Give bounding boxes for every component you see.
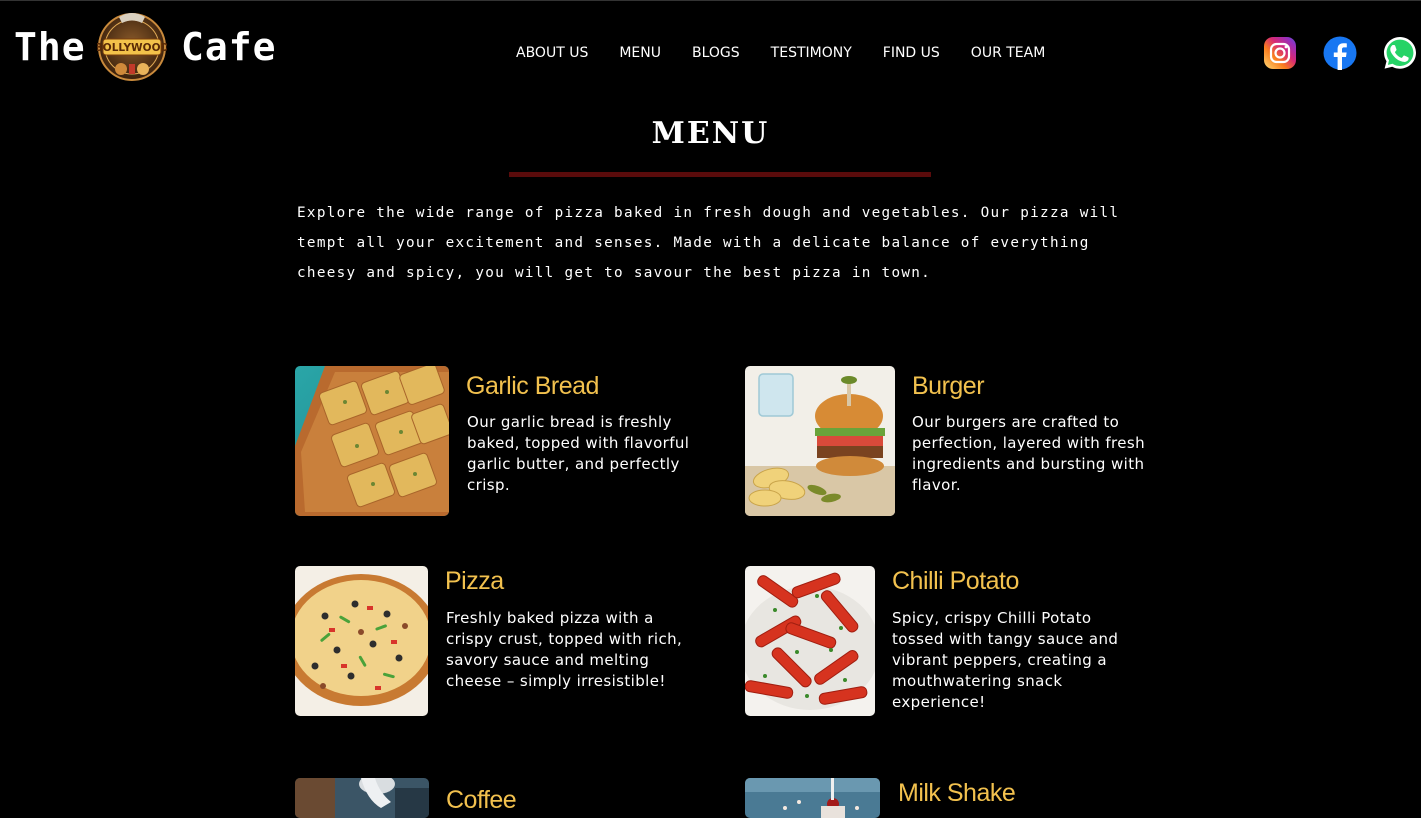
coffee-image xyxy=(295,778,429,818)
item-description: Freshly baked pizza with a crispy crust,… xyxy=(446,609,683,690)
item-description: Spicy, crispy Chilli Potato tossed with … xyxy=(892,609,1119,711)
instagram-icon[interactable] xyxy=(1263,36,1297,70)
brand-text-right: Cafe xyxy=(181,25,277,69)
chilli-potato-image xyxy=(745,566,875,716)
nav-about-us[interactable]: ABOUT US xyxy=(516,45,588,61)
site-header: The BOLLYWOOD Cafe ABOUT US MENU BLOGS T… xyxy=(0,0,1421,100)
milk-shake-image xyxy=(745,778,880,818)
cafe-logo[interactable]: BOLLYWOOD xyxy=(95,9,169,83)
logo-icon: BOLLYWOOD xyxy=(95,13,169,81)
item-title: Chilli Potato xyxy=(892,567,1019,595)
item-title: Milk Shake xyxy=(898,779,1016,807)
item-title: Garlic Bread xyxy=(466,372,599,400)
title-divider xyxy=(509,172,931,177)
item-description: Our garlic bread is freshly baked, toppe… xyxy=(467,413,690,494)
whatsapp-icon[interactable] xyxy=(1382,35,1416,69)
item-title: Burger xyxy=(912,372,985,400)
brand-text-left: The xyxy=(14,25,86,69)
nav-blogs[interactable]: BLOGS xyxy=(692,45,740,61)
garlic-bread-image xyxy=(295,366,449,516)
pizza-image xyxy=(295,566,428,716)
menu-section-title: MENU xyxy=(651,116,770,151)
item-description: Our burgers are crafted to perfection, l… xyxy=(912,413,1146,494)
item-title: Pizza xyxy=(445,567,504,595)
logo-wordmark: BOLLYWOOD xyxy=(97,42,167,54)
nav-our-team[interactable]: OUR TEAM xyxy=(971,45,1046,61)
main-nav: ABOUT US MENU BLOGS TESTIMONY FIND US OU… xyxy=(516,42,1045,64)
item-title: Coffee xyxy=(446,786,517,814)
nav-find-us[interactable]: FIND US xyxy=(883,45,940,61)
menu-intro-text: Explore the wide range of pizza baked in… xyxy=(297,205,1120,281)
nav-testimony[interactable]: TESTIMONY xyxy=(771,45,852,61)
burger-image xyxy=(745,366,895,516)
facebook-icon[interactable] xyxy=(1323,36,1357,70)
nav-menu[interactable]: MENU xyxy=(619,45,661,61)
